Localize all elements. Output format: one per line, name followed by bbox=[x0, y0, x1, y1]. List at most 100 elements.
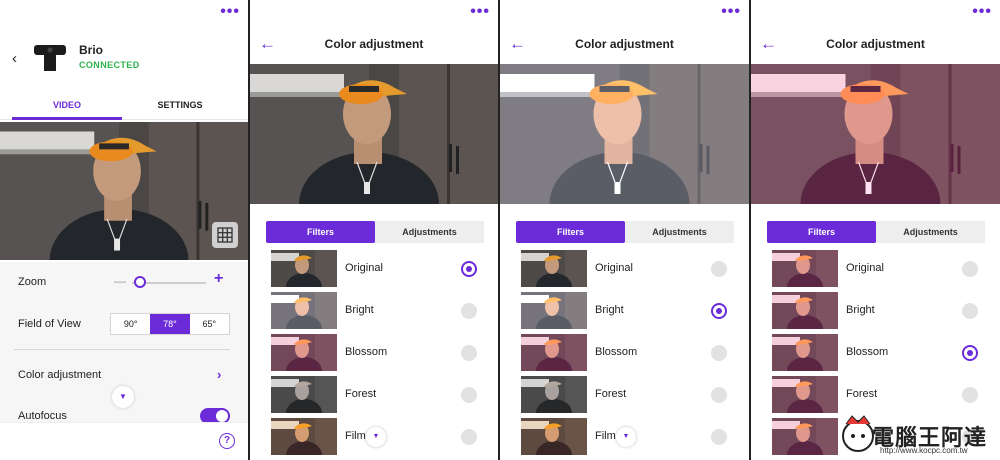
filter-row-bright[interactable]: Bright bbox=[250, 292, 498, 330]
zoom-minus-icon[interactable]: — bbox=[114, 274, 126, 288]
segment-filters[interactable]: Filters bbox=[767, 221, 876, 243]
device-panel: ••• ‹ Brio CONNECTED VIDEO SETTINGS Zoom… bbox=[0, 0, 248, 460]
filter-row-original[interactable]: Original bbox=[250, 250, 498, 288]
segment-filters[interactable]: Filters bbox=[516, 221, 625, 243]
filter-thumbnail bbox=[271, 334, 337, 371]
filter-row-original[interactable]: Original bbox=[500, 250, 749, 288]
filter-radio[interactable] bbox=[962, 387, 978, 403]
camera-preview bbox=[500, 64, 749, 204]
filter-radio[interactable] bbox=[711, 345, 727, 361]
filter-thumbnail bbox=[271, 418, 337, 455]
filter-name: Bright bbox=[595, 304, 624, 316]
fov-label: Field of View bbox=[18, 318, 81, 330]
filter-radio[interactable] bbox=[962, 303, 978, 319]
tab-video[interactable]: VIDEO bbox=[12, 94, 122, 120]
tab-settings[interactable]: SETTINGS bbox=[124, 94, 236, 120]
filter-name: Blossom bbox=[595, 346, 638, 358]
tab-bar: VIDEO SETTINGS bbox=[0, 94, 248, 120]
filter-name: Original bbox=[595, 262, 633, 274]
footer-bar bbox=[0, 422, 248, 460]
filter-radio[interactable] bbox=[711, 261, 727, 277]
back-chevron-icon[interactable]: ‹ bbox=[12, 50, 17, 67]
chevron-down-icon[interactable]: ▼ bbox=[112, 386, 134, 408]
filter-thumbnail bbox=[521, 376, 587, 413]
fov-option-65[interactable]: 65° bbox=[190, 314, 229, 334]
filter-radio[interactable] bbox=[461, 429, 477, 445]
fov-option-90[interactable]: 90° bbox=[111, 314, 150, 334]
filter-name: Film bbox=[345, 430, 366, 442]
segment-adjustments[interactable]: Adjustments bbox=[876, 221, 985, 243]
filter-mode-selector: Filters Adjustments bbox=[516, 221, 734, 243]
chevron-right-icon[interactable]: › bbox=[217, 367, 221, 382]
filter-row-bright[interactable]: Bright bbox=[500, 292, 749, 330]
filter-thumbnail bbox=[271, 376, 337, 413]
filter-thumbnail bbox=[521, 292, 587, 329]
filter-name: Blossom bbox=[846, 346, 889, 358]
filter-name: Original bbox=[846, 262, 884, 274]
filter-name: Blossom bbox=[345, 346, 388, 358]
segment-filters[interactable]: Filters bbox=[266, 221, 375, 243]
filter-radio[interactable] bbox=[711, 303, 727, 319]
filter-radio[interactable] bbox=[461, 345, 477, 361]
filter-mode-selector: Filters Adjustments bbox=[767, 221, 985, 243]
filter-thumbnail bbox=[521, 250, 587, 287]
more-dots-icon[interactable]: ••• bbox=[721, 4, 741, 20]
webcam-icon bbox=[34, 45, 66, 71]
connection-status: CONNECTED bbox=[79, 60, 140, 70]
filter-row-forest[interactable]: Forest bbox=[500, 376, 749, 414]
filter-thumbnail bbox=[521, 334, 587, 371]
divider bbox=[14, 349, 230, 350]
zoom-plus-icon[interactable]: + bbox=[214, 270, 223, 288]
filter-name: Original bbox=[345, 262, 383, 274]
chevron-down-icon[interactable]: ▼ bbox=[616, 427, 636, 447]
filter-thumbnail bbox=[271, 292, 337, 329]
help-icon[interactable]: ? bbox=[219, 433, 235, 449]
filter-row-blossom[interactable]: Blossom bbox=[250, 334, 498, 372]
color-adjustment-link[interactable]: Color adjustment bbox=[18, 369, 101, 381]
filter-row-blossom[interactable]: Blossom bbox=[500, 334, 749, 372]
camera-preview bbox=[250, 64, 498, 204]
filter-thumbnail bbox=[772, 334, 838, 371]
watermark-url: http://www.kocpc.com.tw bbox=[880, 446, 968, 455]
filter-thumbnail bbox=[772, 418, 838, 455]
filter-thumbnail bbox=[271, 250, 337, 287]
filter-name: Bright bbox=[345, 304, 374, 316]
fov-option-78[interactable]: 78° bbox=[150, 314, 190, 334]
filter-radio[interactable] bbox=[711, 429, 727, 445]
filter-row-film[interactable]: Film ▼ bbox=[250, 418, 498, 456]
page-title: Color adjustment bbox=[575, 37, 674, 51]
filter-radio[interactable] bbox=[461, 261, 477, 277]
filter-name: Forest bbox=[345, 388, 377, 400]
filter-row-forest[interactable]: Forest bbox=[751, 376, 1000, 414]
page-title: Color adjustment bbox=[324, 37, 424, 51]
filter-radio[interactable] bbox=[962, 345, 978, 361]
zoom-slider-handle[interactable] bbox=[134, 276, 146, 288]
chevron-down-icon[interactable]: ▼ bbox=[366, 427, 386, 447]
filter-row-original[interactable]: Original bbox=[751, 250, 1000, 288]
filter-row-blossom[interactable]: Blossom bbox=[751, 334, 1000, 372]
autofocus-label: Autofocus bbox=[18, 410, 67, 422]
filter-radio[interactable] bbox=[461, 303, 477, 319]
grid-icon[interactable] bbox=[212, 222, 238, 248]
fov-selector: 90° 78° 65° bbox=[110, 313, 230, 335]
segment-adjustments[interactable]: Adjustments bbox=[375, 221, 484, 243]
filter-thumbnail bbox=[772, 376, 838, 413]
filter-row-forest[interactable]: Forest bbox=[250, 376, 498, 414]
filter-row-bright[interactable]: Bright bbox=[751, 292, 1000, 330]
color-panel-blossom: ••• ← Color adjustment Filters Adjustmen… bbox=[751, 0, 1000, 460]
device-name: Brio bbox=[79, 43, 103, 57]
segment-adjustments[interactable]: Adjustments bbox=[625, 221, 734, 243]
filter-row-film[interactable]: Film ▼ bbox=[500, 418, 749, 456]
filter-radio[interactable] bbox=[711, 387, 727, 403]
zoom-label: Zoom bbox=[18, 276, 47, 288]
filter-radio[interactable] bbox=[962, 261, 978, 277]
filter-mode-selector: Filters Adjustments bbox=[266, 221, 484, 243]
more-dots-icon[interactable]: ••• bbox=[470, 4, 490, 20]
filter-radio[interactable] bbox=[461, 387, 477, 403]
more-dots-icon[interactable]: ••• bbox=[972, 4, 992, 20]
filter-name: Film bbox=[595, 430, 616, 442]
filter-name: Forest bbox=[595, 388, 627, 400]
more-dots-icon[interactable]: ••• bbox=[220, 4, 240, 20]
camera-preview bbox=[0, 122, 248, 260]
page-title: Color adjustment bbox=[826, 37, 925, 51]
